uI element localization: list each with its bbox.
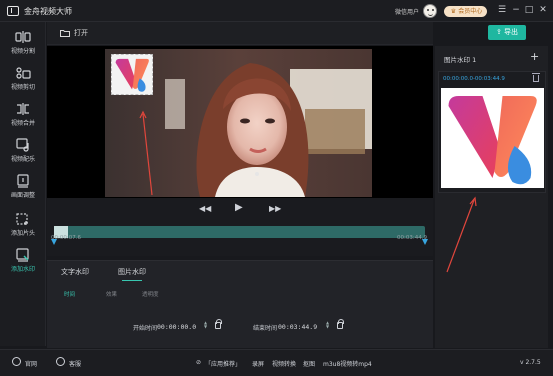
end-time-label: 结束时间	[253, 325, 278, 332]
sidebar-item-label: 视频配乐	[10, 156, 35, 163]
timeline: 00:00:07.6 00:03:44.9	[47, 222, 433, 256]
end-lock-icon[interactable]	[337, 319, 344, 329]
watermark-list-header: 图片水印 1 +	[435, 46, 548, 68]
open-label: 打开	[74, 29, 88, 37]
watermark-item[interactable]: 00:00:00.0-00:03:44.9	[438, 71, 546, 193]
watermark-time-range: 00:00:00.0-00:03:44.9	[443, 76, 505, 82]
tab-image-watermark[interactable]: 图片水印	[118, 267, 146, 281]
video-preview[interactable]	[105, 49, 372, 197]
maximize-icon[interactable]: □	[523, 4, 535, 16]
sidebar: 视频分割 视频剪切 视频合并 视频配乐 画面调整 添加片头 添加水印	[0, 22, 46, 346]
app-logo-icon	[7, 6, 19, 16]
timeline-end-time: 00:03:44.9	[397, 235, 427, 241]
app-title: 金舟视频大师	[24, 7, 72, 16]
sidebar-item-merge[interactable]: 视频合并	[0, 100, 46, 134]
music-icon	[16, 138, 29, 152]
watermark-list-panel: 图片水印 1 + 00:00:00.0-00:03:44.9	[435, 46, 548, 348]
scissors-icon	[16, 67, 31, 79]
sidebar-item-adjust[interactable]: 画面调整	[0, 172, 46, 206]
subtab-opacity[interactable]: 透明度	[142, 290, 159, 298]
timeline-start-time: 00:00:07.6	[51, 235, 81, 241]
export-button[interactable]: ⇪ 导出	[488, 25, 526, 40]
sidebar-item-split[interactable]: 视频分割	[0, 28, 46, 62]
service-link[interactable]: 客服	[69, 359, 81, 368]
sidebar-item-label: 画面调整	[10, 192, 35, 199]
trash-icon[interactable]	[532, 73, 540, 82]
start-time-input[interactable]: 00:00:00.0	[157, 323, 196, 331]
top-toolbar: 打开	[47, 22, 433, 45]
folder-icon	[60, 30, 70, 37]
intro-icon	[16, 213, 28, 225]
watermark-thumbnail	[441, 88, 544, 188]
watermark-icon	[16, 248, 29, 262]
sidebar-item-label: 视频合并	[10, 120, 35, 127]
start-time-label: 开始时间	[133, 325, 158, 332]
watermark-settings-panel: 文字水印 图片水印 时间 效果 透明度 开始时间 00:00:00.0 ▲ ▼ 结…	[47, 260, 433, 348]
website-link[interactable]: 官网	[25, 359, 37, 368]
add-watermark-button[interactable]: +	[530, 50, 539, 63]
timeline-track[interactable]	[54, 226, 425, 238]
split-icon	[15, 31, 31, 43]
merge-icon	[17, 103, 29, 115]
watermark-overlay[interactable]	[111, 54, 153, 95]
close-icon[interactable]: ✕	[537, 4, 549, 16]
sidebar-item-label: 视频剪切	[10, 84, 35, 91]
start-lock-icon[interactable]	[215, 319, 222, 329]
link-video-convert[interactable]: 视频转换	[272, 359, 296, 368]
crown-icon: ♛	[450, 8, 457, 15]
watermark-logo-icon	[115, 58, 149, 92]
sidebar-item-label: 添加水印	[10, 266, 35, 273]
export-icon: ⇪	[495, 28, 502, 36]
end-time-stepper[interactable]: ▲ ▼	[326, 321, 329, 329]
watermark-logo-icon	[448, 96, 537, 185]
globe-icon	[12, 357, 21, 366]
crop-icon	[17, 174, 29, 188]
sidebar-item-music[interactable]: 视频配乐	[0, 136, 46, 170]
app-recommend-label: 「应用推荐」	[205, 361, 242, 368]
fast-forward-icon[interactable]: ▶▶	[269, 204, 281, 213]
tab-text-watermark[interactable]: 文字水印	[61, 267, 89, 277]
sidebar-item-watermark[interactable]: 添加水印	[0, 246, 46, 280]
menu-icon[interactable]: ☰	[496, 4, 508, 16]
link-cutout[interactable]: 抠图	[303, 359, 315, 368]
status-bar: 官网 客服 ⊘ 「应用推荐」 录屏 视频转换 抠图 m3u8视频转mp4 v 2…	[0, 349, 553, 376]
vip-center-button[interactable]: ♛ 会员中心	[444, 6, 487, 17]
video-frame	[47, 46, 433, 198]
end-time-input[interactable]: 00:03:44.9	[278, 323, 317, 331]
sidebar-item-label: 添加片头	[10, 230, 35, 237]
minimize-icon[interactable]: −	[510, 4, 522, 16]
avatar[interactable]	[423, 4, 437, 18]
export-label: 导出	[504, 28, 519, 36]
version-label: v 2.7.5	[520, 359, 541, 366]
subtab-effect[interactable]: 效果	[106, 290, 117, 298]
play-icon[interactable]: ▶	[235, 202, 243, 213]
link-screen-record[interactable]: 录屏	[252, 359, 264, 368]
start-time-stepper[interactable]: ▲ ▼	[204, 321, 207, 329]
watermark-title: 图片水印 1	[444, 56, 477, 64]
sidebar-item-label: 视频分割	[10, 48, 35, 55]
sidebar-item-intro[interactable]: 添加片头	[0, 210, 46, 244]
vip-center-label: 会员中心	[458, 8, 483, 15]
playback-controls: ◀◀ ▶ ▶▶	[47, 198, 433, 222]
sidebar-item-cut[interactable]: 视频剪切	[0, 64, 46, 98]
link-icon: ⊘	[196, 359, 202, 366]
rewind-icon[interactable]: ◀◀	[199, 204, 211, 213]
link-m3u8[interactable]: m3u8视频转mp4	[323, 359, 372, 368]
open-button[interactable]: 打开	[60, 27, 88, 39]
title-bar: 金舟视频大师 微信用户 ♛ 会员中心 ☰ − □ ✕	[0, 0, 553, 22]
headset-icon	[56, 357, 65, 366]
user-name[interactable]: 微信用户	[395, 7, 419, 16]
subtab-time[interactable]: 时间	[64, 290, 75, 298]
player-area: ◀◀ ▶ ▶▶	[47, 46, 433, 222]
